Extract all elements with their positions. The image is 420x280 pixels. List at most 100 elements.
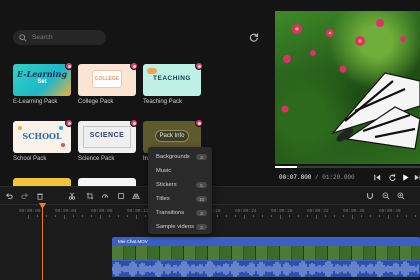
skip-forward-icon[interactable] xyxy=(413,173,420,182)
clip-title: Mei-Chat.MOV xyxy=(118,239,148,244)
video-clip[interactable]: Mei-Chat.MOV xyxy=(112,237,420,277)
ruler-tick xyxy=(370,215,371,217)
delete-icon[interactable] xyxy=(36,192,44,200)
ruler-tick xyxy=(217,215,218,217)
premium-badge-icon xyxy=(195,62,203,70)
ruler-tick xyxy=(262,215,263,217)
play-icon[interactable] xyxy=(401,173,410,182)
rewind-icon[interactable] xyxy=(388,173,397,182)
pack-thumbnail xyxy=(78,178,136,186)
thumbnail-title: TEACHING xyxy=(153,75,191,82)
pack-info-row-stickers: Stickers 5 xyxy=(148,178,212,192)
pack-label: Science Pack xyxy=(78,156,115,162)
zoom-out-icon[interactable] xyxy=(382,192,390,200)
redo-icon[interactable] xyxy=(21,192,29,200)
thumbnail-subtitle: Set xyxy=(37,79,47,85)
pack-info-popup: Backgrounds 3 Music Stickers 5 Titles 10 Tr… xyxy=(148,147,212,234)
pack-thumbnail: COLLEGE xyxy=(78,64,136,96)
pack-info-row-transitions: Transitions 3 xyxy=(148,206,212,220)
ruler-tick xyxy=(397,215,398,217)
pack-info-count: 3 xyxy=(196,224,207,230)
thumbnail-title: SCHOOL xyxy=(22,131,62,141)
preview-panel: 00:07.800 / 01:20.000 xyxy=(270,0,420,186)
ruler-tick xyxy=(298,215,299,217)
skip-back-icon[interactable] xyxy=(373,173,382,182)
search-icon xyxy=(19,33,27,42)
pack-card-college[interactable]: COLLEGE College Pack xyxy=(78,62,138,110)
premium-badge-icon xyxy=(130,119,138,127)
pack-card-science[interactable]: SCIENCE Science Pack xyxy=(78,119,138,167)
undo-icon[interactable] xyxy=(5,192,13,200)
thumbnail-title: E-Learning xyxy=(17,69,67,79)
pack-card[interactable] xyxy=(78,178,136,186)
ruler-tick xyxy=(55,215,56,217)
ruler-tick xyxy=(352,215,353,219)
pack-label: Teaching Pack xyxy=(143,99,183,105)
current-time: 00:07.800 xyxy=(279,173,312,181)
premium-badge-icon xyxy=(130,62,138,70)
pack-info-label: Stickers xyxy=(156,182,177,188)
zoom-in-icon[interactable] xyxy=(397,192,405,200)
pack-info-label: Backgrounds xyxy=(156,154,190,160)
search-input[interactable] xyxy=(32,34,102,41)
pack-info-label: Transitions xyxy=(156,210,185,216)
ruler-tick xyxy=(145,215,146,217)
magnet-icon[interactable] xyxy=(366,192,374,200)
premium-badge-icon xyxy=(195,119,203,127)
refresh-icon[interactable] xyxy=(249,32,259,42)
audio-waveform xyxy=(112,260,419,277)
seekbar-progress xyxy=(275,166,297,168)
pack-thumbnail xyxy=(13,178,71,186)
ruler-tick xyxy=(316,215,317,219)
ruler-label: 00:00:32 xyxy=(307,209,329,214)
ruler-tick xyxy=(28,215,29,219)
pack-info-count: 5 xyxy=(196,182,207,188)
pack-info-button[interactable]: Pack Info xyxy=(155,130,189,142)
pack-card-elearning[interactable]: E-Learning Set E-Learning Pack xyxy=(13,62,73,110)
thumbnail-title: COLLEGE xyxy=(94,76,120,82)
freeze-icon[interactable] xyxy=(117,192,125,200)
pack-info-row-music: Music xyxy=(148,164,212,178)
video-preview[interactable] xyxy=(275,11,420,164)
pack-thumbnail: SCIENCE xyxy=(78,121,136,153)
mirror-icon[interactable] xyxy=(132,192,140,200)
pack-info-label: Titles xyxy=(156,196,170,202)
pack-info-count: 10 xyxy=(196,196,207,202)
preview-seekbar[interactable] xyxy=(275,166,420,168)
ruler-label: 00:00:08 xyxy=(91,209,113,214)
split-icon[interactable] xyxy=(68,192,76,200)
clip-audio-waveform xyxy=(112,260,420,277)
ruler-tick xyxy=(73,215,74,217)
ruler-tick xyxy=(226,215,227,217)
ruler-tick xyxy=(46,215,47,217)
thumbnail-decoration xyxy=(59,126,63,130)
crop-icon[interactable] xyxy=(86,192,94,200)
pack-label: College Pack xyxy=(78,99,114,105)
ruler-tick xyxy=(235,215,236,217)
playhead[interactable] xyxy=(42,205,43,280)
ruler-tick xyxy=(388,215,389,219)
ruler-label: 00:00:12 xyxy=(127,209,149,214)
ruler-tick xyxy=(343,215,344,217)
ruler-tick xyxy=(118,215,119,217)
pack-info-row-titles: Titles 10 xyxy=(148,192,212,206)
pack-card[interactable] xyxy=(13,178,71,186)
ruler-label: 00:00:00 xyxy=(19,209,41,214)
search-bar[interactable] xyxy=(13,30,106,45)
video-frame-image xyxy=(281,19,420,150)
speed-icon[interactable] xyxy=(101,192,109,200)
ruler-tick xyxy=(379,215,380,217)
ruler-tick xyxy=(136,215,137,219)
pack-thumbnail: E-Learning Set xyxy=(13,64,71,96)
premium-badge-icon xyxy=(65,62,73,70)
pack-info-count: 3 xyxy=(196,154,207,160)
pack-info-count: 3 xyxy=(196,210,207,216)
pack-thumbnail: SCHOOL xyxy=(13,121,71,153)
pack-card-school[interactable]: SCHOOL School Pack xyxy=(13,119,73,167)
ruler-tick xyxy=(82,215,83,217)
pack-info-label: Sample videos xyxy=(156,224,195,230)
pack-info-label: Music xyxy=(156,168,172,174)
pack-card-teaching[interactable]: TEACHING Teaching Pack xyxy=(143,62,203,110)
ruler-tick xyxy=(109,215,110,217)
ruler-tick xyxy=(271,215,272,217)
